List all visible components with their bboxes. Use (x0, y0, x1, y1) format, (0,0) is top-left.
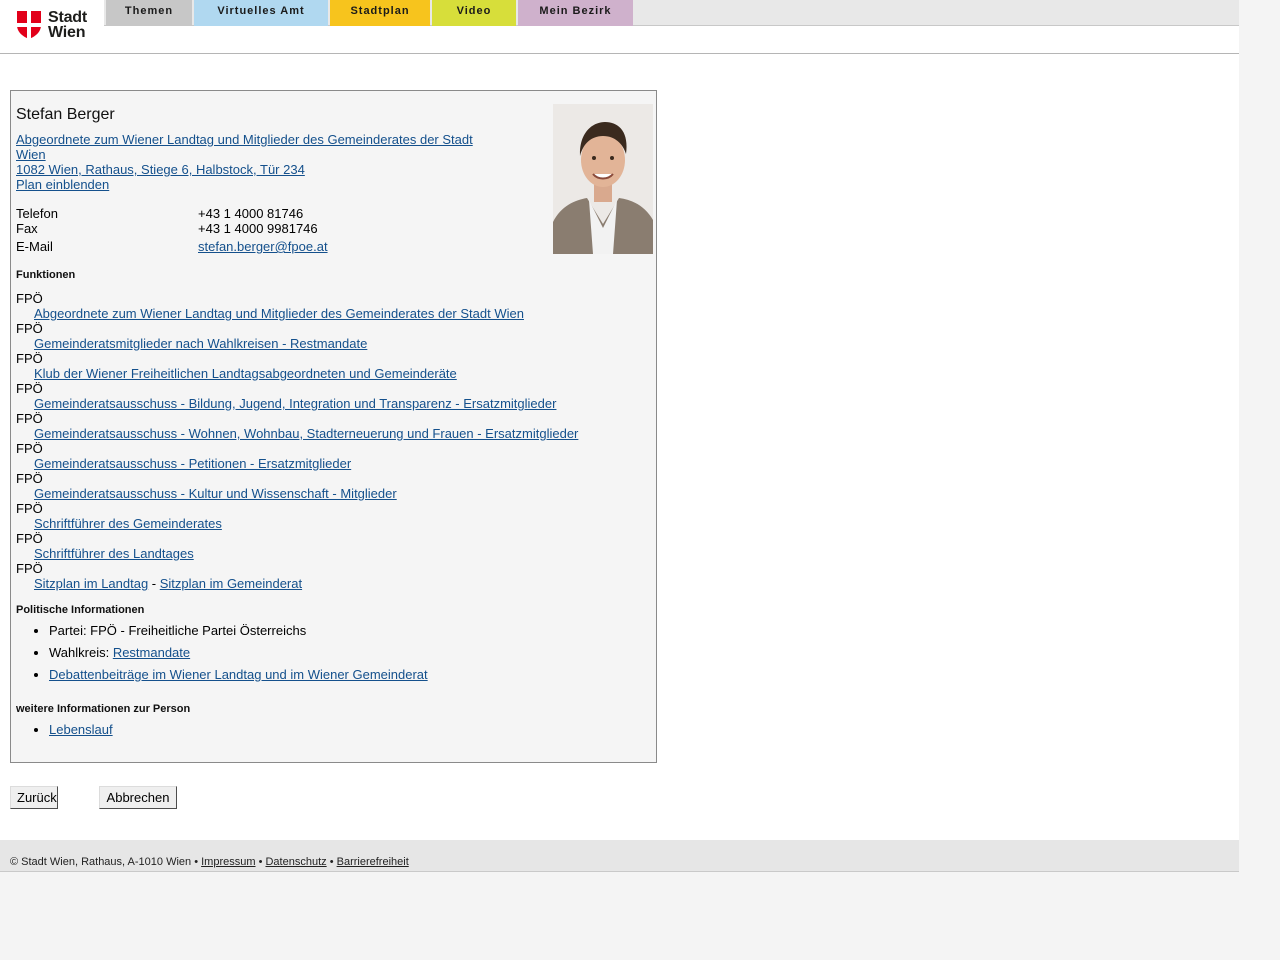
more-info-list: Lebenslauf (16, 722, 113, 744)
function-link[interactable]: Gemeinderatsausschuss - Bildung, Jugend,… (34, 396, 556, 411)
constituency-label: Wahlkreis: (49, 645, 113, 660)
main-navigation: Themen Virtuelles Amt Stadtplan Video Me… (104, 0, 1239, 26)
function-party: FPÖ (16, 411, 43, 426)
seat-plan-gemeinderat-link[interactable]: Sitzplan im Gemeinderat (160, 576, 302, 591)
function-item: Schriftführer des Gemeinderates (16, 516, 646, 531)
constituency-link[interactable]: Restmandate (113, 645, 190, 660)
tab-themen[interactable]: Themen (106, 0, 192, 26)
footer-separator: • (255, 856, 266, 868)
debates-link[interactable]: Debattenbeiträge im Wiener Landtag und i… (49, 667, 428, 682)
tab-mein-bezirk[interactable]: Mein Bezirk (518, 0, 633, 26)
seat-plan-links: Sitzplan im Landtag - Sitzplan im Gemein… (16, 576, 646, 591)
page: Stadt Wien Themen Virtuelles Amt Stadtpl… (0, 0, 1239, 960)
fax-label: Fax (16, 221, 38, 236)
phone-value: +43 1 4000 81746 (198, 206, 304, 221)
function-party: FPÖ (16, 531, 43, 546)
portrait-image (553, 104, 653, 254)
political-info-heading: Politische Informationen (16, 604, 145, 616)
function-link[interactable]: Gemeinderatsmitglieder nach Wahlkreisen … (34, 336, 367, 351)
function-link[interactable]: Schriftführer des Landtages (34, 546, 194, 561)
site-footer: © Stadt Wien, Rathaus, A-1010 Wien • Imp… (0, 840, 1239, 872)
function-party: FPÖ (16, 501, 43, 516)
party-info: Partei: FPÖ - Freiheitliche Partei Öster… (49, 623, 428, 638)
political-info-list: Partei: FPÖ - Freiheitliche Partei Öster… (16, 623, 428, 689)
address-link[interactable]: 1082 Wien, Rathaus, Stiege 6, Halbstock,… (16, 162, 305, 177)
function-item: Abgeordnete zum Wiener Landtag und Mitgl… (16, 306, 646, 321)
email-label: E-Mail (16, 239, 53, 254)
logo-line-2: Wien (48, 24, 86, 41)
person-name: Stefan Berger (16, 106, 115, 123)
seat-plan-separator: - (148, 576, 160, 591)
function-party: FPÖ (16, 561, 43, 576)
function-link[interactable]: Klub der Wiener Freiheitlichen Landtagsa… (34, 366, 457, 381)
copyright-text: © Stadt Wien, Rathaus, A-1010 Wien • (10, 856, 202, 868)
function-link[interactable]: Gemeinderatsausschuss - Wohnen, Wohnbau,… (34, 426, 578, 441)
function-item: Gemeinderatsmitglieder nach Wahlkreisen … (16, 336, 646, 351)
seat-plan-landtag-link[interactable]: Sitzplan im Landtag (34, 576, 148, 591)
stadt-wien-logo[interactable]: Stadt Wien (0, 0, 104, 53)
datenschutz-link[interactable]: Datenschutz (265, 856, 326, 868)
function-item: Gemeinderatsausschuss - Petitionen - Ers… (16, 456, 646, 471)
phone-label: Telefon (16, 206, 58, 221)
constituency-info: Wahlkreis: Restmandate (49, 645, 428, 660)
site-header: Stadt Wien Themen Virtuelles Amt Stadtpl… (0, 0, 1239, 54)
cancel-button[interactable]: Abbrechen (99, 786, 177, 809)
email-link[interactable]: stefan.berger@fpoe.at (198, 239, 328, 254)
functions-list: FPÖ Abgeordnete zum Wiener Landtag und M… (16, 291, 646, 591)
wien-shield-icon (17, 11, 41, 39)
function-party: FPÖ (16, 351, 43, 366)
fax-value: +43 1 4000 9981746 (198, 221, 318, 236)
functions-heading: Funktionen (16, 269, 76, 281)
function-item: Gemeinderatsausschuss - Bildung, Jugend,… (16, 396, 646, 411)
function-party: FPÖ (16, 291, 43, 306)
tab-stadtplan[interactable]: Stadtplan (330, 0, 430, 26)
person-photo (553, 104, 653, 254)
person-details-box: Stefan Berger Abgeordnete zum Wiener Lan… (10, 90, 657, 763)
function-link[interactable]: Gemeinderatsausschuss - Petitionen - Ers… (34, 456, 351, 471)
function-link[interactable]: Schriftführer des Gemeinderates (34, 516, 222, 531)
function-item: Klub der Wiener Freiheitlichen Landtagsa… (16, 366, 646, 381)
cv-link[interactable]: Lebenslauf (49, 722, 113, 737)
function-link[interactable]: Abgeordnete zum Wiener Landtag und Mitgl… (34, 306, 524, 321)
function-link[interactable]: Gemeinderatsausschuss - Kultur und Wisse… (34, 486, 397, 501)
function-party: FPÖ (16, 441, 43, 456)
function-item: Gemeinderatsausschuss - Kultur und Wisse… (16, 486, 646, 501)
function-party: FPÖ (16, 321, 43, 336)
function-party: FPÖ (16, 471, 43, 486)
function-item: Gemeinderatsausschuss - Wohnen, Wohnbau,… (16, 426, 646, 441)
footer-separator: • (326, 856, 337, 868)
logo-wordmark: Stadt Wien (48, 9, 88, 41)
show-map-link[interactable]: Plan einblenden (16, 177, 109, 192)
logo-line-1: Stadt (48, 9, 88, 26)
impressum-link[interactable]: Impressum (201, 856, 255, 868)
tab-virtuelles-amt[interactable]: Virtuelles Amt (194, 0, 328, 26)
barrierefreiheit-link[interactable]: Barrierefreiheit (337, 856, 409, 868)
footer-text: © Stadt Wien, Rathaus, A-1010 Wien • Imp… (10, 856, 409, 868)
back-button[interactable]: Zurück (10, 786, 58, 809)
cv-item: Lebenslauf (49, 722, 113, 737)
function-item: Schriftführer des Landtages (16, 546, 646, 561)
role-link[interactable]: Abgeordnete zum Wiener Landtag und Mitgl… (16, 132, 486, 162)
debates-item: Debattenbeiträge im Wiener Landtag und i… (49, 667, 428, 682)
tab-video[interactable]: Video (432, 0, 516, 26)
more-info-heading: weitere Informationen zur Person (16, 703, 191, 715)
function-party: FPÖ (16, 381, 43, 396)
